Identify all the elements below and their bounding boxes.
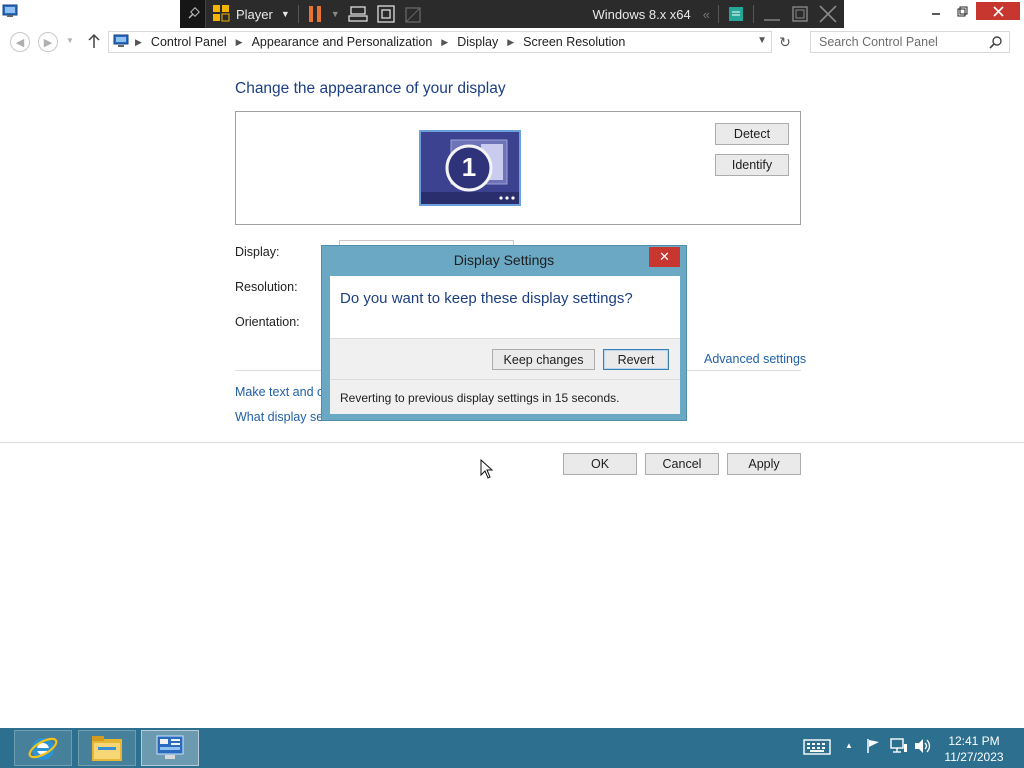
show-hidden-icons-icon[interactable]: ▲ — [845, 741, 853, 750]
resolution-label: Resolution: — [235, 280, 298, 294]
refresh-button[interactable]: ↻ — [776, 33, 794, 51]
pause-dropdown-icon[interactable]: ▼ — [327, 0, 344, 28]
chevron-right-icon: ▶ — [441, 36, 449, 47]
player-menu[interactable]: Player ▼ — [206, 0, 294, 28]
player-logo-icon — [212, 4, 230, 25]
close-button[interactable] — [976, 2, 1020, 20]
advanced-settings-link[interactable]: Advanced settings — [704, 352, 806, 366]
forward-button[interactable]: ▶ — [38, 32, 58, 52]
restore-button[interactable] — [950, 2, 974, 20]
taskbar-internet-explorer[interactable] — [14, 730, 72, 766]
chevron-down-icon: ▼ — [280, 9, 290, 19]
taskbar: ▲ 12:41 PM 11/27/2023 — [0, 728, 1024, 768]
system-clock[interactable]: 12:41 PM 11/27/2023 — [940, 733, 1008, 765]
detect-button[interactable]: Detect — [715, 123, 789, 145]
dialog-question: Do you want to keep these display settin… — [340, 290, 633, 307]
dialog-close-button[interactable]: ✕ — [649, 247, 680, 267]
unity-button[interactable] — [400, 0, 428, 28]
breadcrumb-screen-resolution[interactable]: Screen Resolution — [523, 35, 625, 49]
apply-button[interactable]: Apply — [727, 453, 801, 475]
search-placeholder: Search Control Panel — [819, 35, 938, 49]
restore-icon — [792, 6, 808, 22]
fullscreen-button[interactable] — [372, 0, 400, 28]
breadcrumb-control-panel[interactable]: Control Panel — [151, 35, 227, 49]
display-preview-panel: 1 Detect Identify — [235, 111, 801, 225]
text-size-link[interactable]: Make text and ot — [235, 385, 327, 399]
pause-icon — [308, 6, 321, 22]
minimize-button[interactable] — [924, 2, 948, 20]
cancel-button[interactable]: Cancel — [645, 453, 719, 475]
control-panel-icon — [156, 735, 184, 759]
toolbar-divider — [753, 5, 754, 23]
close-icon: ✕ — [659, 249, 670, 264]
close-icon — [819, 5, 837, 23]
taskbar-control-panel[interactable] — [141, 730, 199, 766]
clock-time: 12:41 PM — [948, 734, 1000, 748]
vm-close-button[interactable] — [814, 0, 844, 28]
network-icon[interactable] — [890, 738, 908, 754]
volume-icon[interactable] — [914, 738, 932, 754]
page-title: Change the appearance of your display — [235, 80, 506, 97]
countdown-message: Reverting to previous display settings i… — [340, 391, 620, 405]
dialog-title: Display Settings — [453, 252, 555, 268]
taskbar-file-explorer[interactable] — [78, 730, 136, 766]
address-bar[interactable]: ▶ Control Panel ▶ Appearance and Persona… — [108, 31, 772, 53]
keyboard-send-icon — [348, 6, 368, 22]
unity-icon — [405, 7, 421, 23]
arrow-left-icon: ◀ — [15, 36, 25, 49]
pause-button[interactable] — [303, 0, 327, 28]
display-settings-help-link[interactable]: What display setti — [235, 410, 333, 424]
display-settings-dialog: Display Settings ✕ Do you want to keep t… — [321, 245, 687, 421]
send-ctrl-alt-del-button[interactable] — [344, 0, 372, 28]
display-label: Display: — [235, 245, 280, 259]
vm-minimize-button[interactable] — [758, 0, 786, 28]
arrow-up-icon — [88, 33, 100, 48]
divider — [330, 379, 680, 380]
monitor-1[interactable]: 1 — [419, 130, 521, 206]
orientation-label: Orientation: — [235, 315, 300, 329]
chevron-right-icon: ▶ — [135, 36, 142, 47]
navigation-bar: ◀ ▶ ▼ ▶ Control Panel ▶ Appearance and P… — [0, 28, 1024, 56]
clock-date: 11/27/2023 — [944, 750, 1004, 764]
action-center-flag-icon[interactable] — [865, 738, 881, 754]
player-label: Player — [236, 6, 273, 22]
chevron-down-icon[interactable]: ▼ — [757, 35, 767, 46]
notes-button[interactable] — [723, 0, 749, 28]
identify-button[interactable]: Identify — [715, 154, 789, 176]
vm-title: Windows 8.x x64 — [592, 6, 691, 22]
fullscreen-icon — [377, 5, 395, 23]
control-panel-icon — [113, 34, 129, 51]
dialog-body: Do you want to keep these display settin… — [330, 276, 680, 414]
pin-icon[interactable] — [180, 0, 206, 28]
vm-restore-button[interactable] — [786, 0, 814, 28]
monitor-number: 1 — [461, 152, 477, 182]
keep-changes-button[interactable]: Keep changes — [492, 349, 595, 370]
internet-explorer-icon — [28, 737, 58, 760]
toolbar-divider — [297, 5, 299, 23]
note-icon — [729, 7, 743, 21]
up-button[interactable] — [86, 32, 102, 53]
touch-keyboard-icon[interactable] — [803, 738, 831, 756]
back-button[interactable]: ◀ — [10, 32, 30, 52]
divider — [0, 442, 1024, 443]
minimize-icon — [764, 19, 780, 21]
arrow-right-icon: ▶ — [43, 36, 53, 49]
mouse-cursor-icon — [480, 458, 494, 482]
dialog-footer: Keep changes Revert Reverting to previou… — [330, 339, 680, 414]
breadcrumb-display[interactable]: Display — [457, 35, 498, 49]
ok-button[interactable]: OK — [563, 453, 637, 475]
breadcrumb-appearance[interactable]: Appearance and Personalization — [252, 35, 433, 49]
vm-player-toolbar: Player ▼ ▼ Windows 8.x x64 « — [180, 0, 844, 28]
collapse-toolbar-icon[interactable]: « — [699, 0, 714, 28]
revert-button[interactable]: Revert — [603, 349, 669, 370]
folder-icon — [92, 736, 122, 761]
chevron-right-icon: ▶ — [507, 36, 515, 47]
search-icon[interactable] — [989, 35, 1003, 52]
search-input[interactable]: Search Control Panel — [810, 31, 1010, 53]
control-panel-icon — [2, 3, 18, 19]
toolbar-divider — [718, 5, 719, 23]
chevron-right-icon: ▶ — [235, 36, 243, 47]
refresh-icon: ↻ — [779, 33, 791, 50]
recent-locations-icon[interactable]: ▼ — [66, 36, 74, 45]
